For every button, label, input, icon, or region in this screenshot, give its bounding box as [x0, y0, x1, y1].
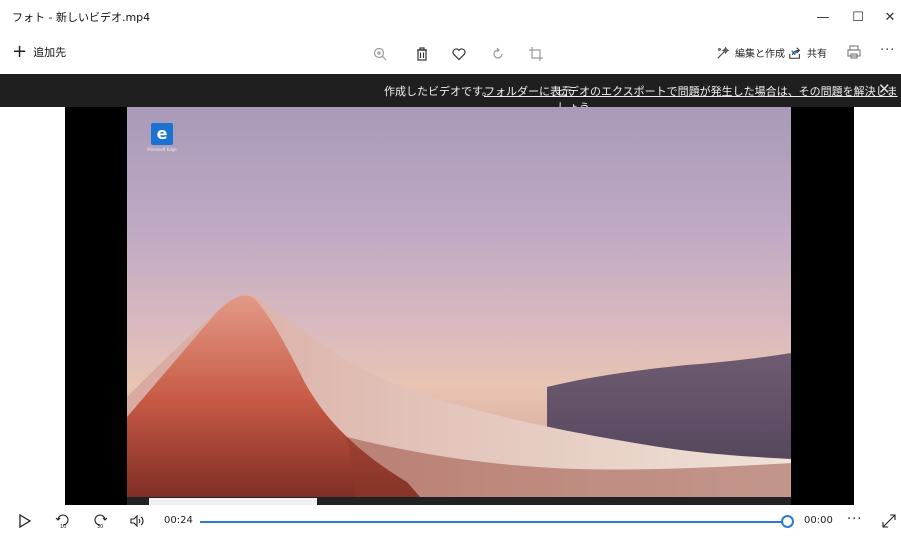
edit-sparkle-icon	[717, 46, 730, 59]
video-player[interactable]: e Microsoft Edge	[65, 107, 854, 505]
minimize-button[interactable]: —	[805, 0, 841, 34]
video-taskbar-search	[149, 498, 317, 505]
svg-text:10: 10	[60, 524, 66, 529]
edge-shortcut-label: Microsoft Edge	[147, 147, 177, 152]
notification-close-button[interactable]: ✕	[878, 80, 891, 98]
player-more-button[interactable]: ···	[847, 512, 862, 527]
delete-icon[interactable]	[412, 44, 432, 64]
volume-button[interactable]	[128, 512, 146, 530]
edge-desktop-shortcut: e Microsoft Edge	[145, 123, 179, 152]
zoom-icon[interactable]	[370, 44, 390, 64]
play-button[interactable]	[16, 512, 34, 530]
fullscreen-button[interactable]	[880, 512, 898, 530]
volume-icon	[130, 514, 144, 528]
maximize-button[interactable]: ☐	[840, 0, 876, 34]
rotate-icon[interactable]	[488, 44, 508, 64]
close-button[interactable]: ✕	[872, 0, 901, 34]
share-icon	[789, 46, 801, 59]
mountain-landscape-image	[127, 293, 791, 505]
print-icon[interactable]	[846, 44, 862, 63]
skip-forward-icon: 30	[94, 514, 108, 529]
notification-message: 作成したビデオです。	[384, 85, 493, 98]
window-title: フォト - 新しいビデオ.mp4	[12, 11, 151, 24]
edge-icon: e	[151, 123, 173, 145]
expand-icon	[882, 514, 896, 528]
toolbar: + 追加先 編集と作成 共有 ···	[0, 34, 901, 74]
svg-text:30: 30	[97, 524, 103, 529]
skip-back-10-button[interactable]: 10	[54, 512, 72, 530]
seek-thumb[interactable]	[781, 515, 794, 528]
video-stage: e Microsoft Edge	[0, 107, 901, 505]
edit-create-label: 編集と作成	[735, 49, 785, 60]
skip-forward-30-button[interactable]: 30	[91, 512, 109, 530]
video-frame: e Microsoft Edge	[127, 107, 791, 505]
current-time: 00:24	[164, 515, 193, 526]
title-bar: フォト - 新しいビデオ.mp4 — ☐ ✕	[0, 0, 901, 34]
share-label: 共有	[807, 49, 827, 60]
share-button[interactable]: 共有	[788, 45, 827, 60]
video-taskbar	[127, 497, 791, 505]
player-controls: 10 30 00:24 00:00 ···	[0, 505, 901, 536]
end-time: 00:00	[804, 515, 833, 526]
notification-bar: 作成したビデオです。 フォルダーに表示 ビデオのエクスポートで問題が発生した場合…	[0, 74, 901, 114]
crop-icon[interactable]	[526, 44, 546, 64]
add-to-button[interactable]: + 追加先	[12, 41, 67, 62]
plus-icon: +	[12, 41, 28, 62]
play-icon	[19, 513, 32, 529]
favorite-heart-icon[interactable]	[449, 44, 469, 64]
edit-create-button[interactable]: 編集と作成	[716, 45, 799, 60]
add-to-label: 追加先	[33, 46, 67, 59]
seek-bar[interactable]	[200, 521, 786, 523]
skip-back-icon: 10	[55, 514, 69, 529]
more-options-button[interactable]: ···	[880, 43, 895, 58]
